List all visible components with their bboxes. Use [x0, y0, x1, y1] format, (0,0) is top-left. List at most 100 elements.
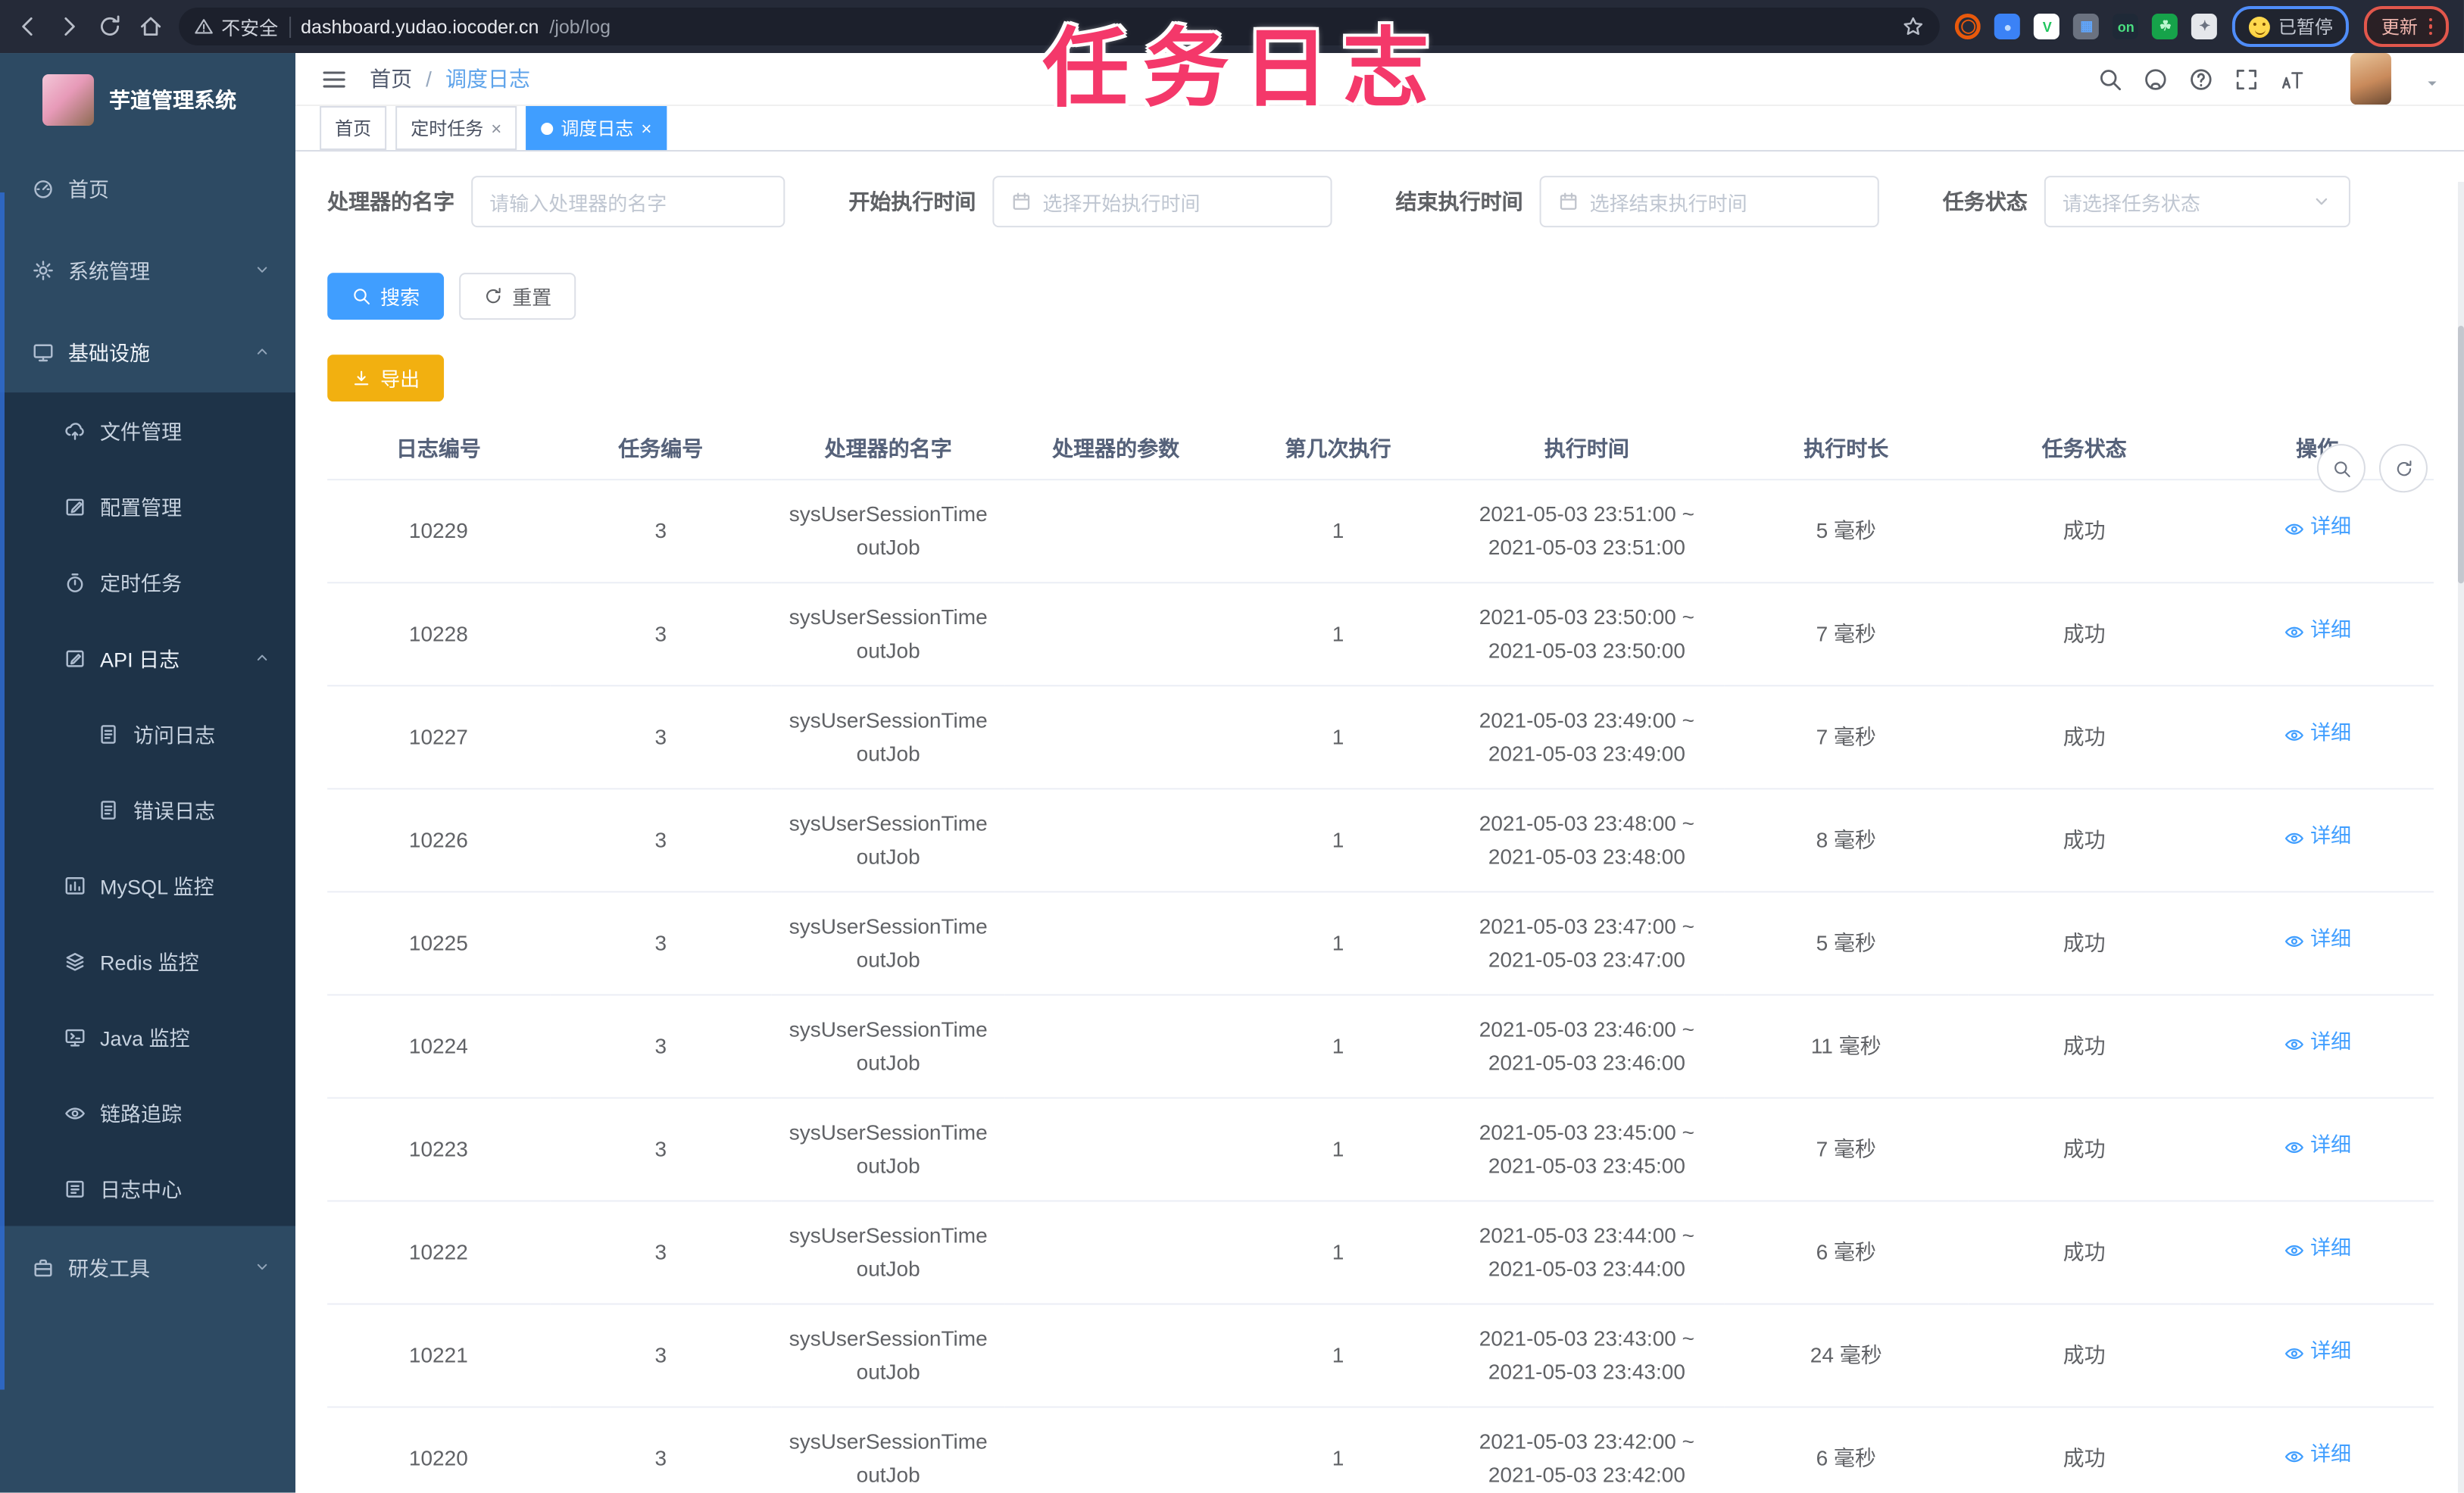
extension-strip: ◯ ● V ▦ on ☘ ✦: [1956, 14, 2218, 40]
user-avatar[interactable]: [2350, 53, 2391, 105]
chevron-down-icon[interactable]: [2425, 71, 2440, 86]
column-header: 第几次执行: [1226, 418, 1450, 481]
reload-icon[interactable]: [97, 14, 123, 39]
sidebar-item-label: 文件管理: [100, 421, 183, 445]
sidebar-item-1[interactable]: 系统管理: [0, 229, 295, 311]
sidebar: 芋道管理系统 首页系统管理 基础设施文件管理配置管理 定时任务 API 日志 访问日志错…: [0, 53, 296, 1493]
cell-handler: sysUserSessionTimeoutJob: [771, 892, 1005, 996]
orange-ring-extension-icon[interactable]: ◯: [1956, 14, 1982, 39]
sidebar-item-4[interactable]: 配置管理: [0, 468, 295, 544]
forward-arrow-icon[interactable]: [56, 14, 82, 39]
sidebar-item-2[interactable]: 基础设施: [0, 311, 295, 392]
toggle-search-button[interactable]: [2316, 444, 2366, 493]
sidebar-item-8[interactable]: 错误日志: [0, 771, 295, 847]
detail-link[interactable]: 详细: [2283, 1337, 2351, 1369]
detail-link[interactable]: 详细: [2283, 616, 2351, 648]
cell-action: 详细: [2200, 1304, 2434, 1408]
sidebar-item-11[interactable]: Java 监控: [0, 998, 295, 1074]
detail-link[interactable]: 详细: [2283, 1440, 2351, 1472]
page-scrollbar[interactable]: [2457, 182, 2464, 1493]
cell-log-id: 10220: [327, 1407, 550, 1493]
blue-drop-extension-icon[interactable]: ●: [1994, 14, 2021, 40]
sidebar-item-3[interactable]: 文件管理: [0, 392, 295, 468]
green-v-extension-icon[interactable]: V: [2034, 14, 2060, 40]
kebab-menu-icon[interactable]: [2428, 17, 2432, 36]
breadcrumb-home[interactable]: 首页: [370, 64, 412, 94]
date-picker-input[interactable]: 选择开始执行时间: [992, 176, 1332, 228]
cell-action: 详细: [2200, 583, 2434, 687]
star-icon[interactable]: [1903, 15, 1925, 38]
sidebar-item-12[interactable]: 链路追踪: [0, 1074, 295, 1150]
eye-icon: [2283, 1033, 2304, 1054]
detail-link[interactable]: 详细: [2283, 925, 2351, 957]
sidebar-item-13[interactable]: 日志中心: [0, 1150, 295, 1226]
chevron-down-icon: [2311, 191, 2332, 212]
cell-round: 1: [1226, 789, 1450, 893]
column-header: 执行时间: [1449, 418, 1725, 481]
detail-link[interactable]: 详细: [2283, 719, 2351, 751]
search-button[interactable]: 搜索: [327, 273, 445, 320]
reset-button[interactable]: 重置: [459, 273, 576, 320]
profile-paused-chip[interactable]: 已暂停: [2232, 6, 2350, 48]
detail-link[interactable]: 详细: [2283, 513, 2351, 545]
column-header: 处理器的名字: [771, 418, 1005, 481]
chevron-down-icon: [253, 261, 271, 279]
detail-link[interactable]: 详细: [2283, 1028, 2351, 1060]
grid-extension-icon[interactable]: ▦: [2073, 14, 2100, 40]
browser-update-chip[interactable]: 更新: [2364, 6, 2449, 48]
cell-duration: 8 毫秒: [1724, 789, 1968, 893]
cell-round: 1: [1226, 686, 1450, 790]
back-arrow-icon[interactable]: [15, 14, 41, 39]
hamburger-icon[interactable]: [320, 64, 348, 93]
overlay-annotation: 任务日志: [1042, 21, 1443, 119]
cell-exec-time: 2021-05-03 23:46:00 ~2021-05-03 23:46:00: [1449, 995, 1725, 1099]
sidebar-item-label: 日志中心: [100, 1179, 183, 1202]
scrollbar-thumb[interactable]: [2457, 326, 2464, 584]
close-icon[interactable]: ×: [491, 117, 501, 139]
screenshot-stage: 任务日志 不安全 dashboard.yudao.iocoder.cn /job…: [0, 0, 2464, 1493]
sidebar-item-label: 首页: [68, 179, 110, 202]
sidebar-item-10[interactable]: Redis 监控: [0, 923, 295, 998]
tag-tab-0[interactable]: 首页: [320, 106, 387, 151]
close-icon[interactable]: ×: [641, 117, 651, 139]
cell-log-id: 10225: [327, 892, 550, 996]
green-leaf-extension-icon[interactable]: ☘: [2152, 14, 2178, 40]
sidebar-item-0[interactable]: 首页: [0, 147, 295, 229]
cell-handler: sysUserSessionTimeoutJob: [771, 995, 1005, 1099]
table-row: 10220 3 sysUserSessionTimeoutJob 1 2021-05-0…: [327, 1407, 2434, 1493]
cell-status: 成功: [1967, 1201, 2201, 1305]
cell-action: 详细: [2200, 1407, 2434, 1493]
github-icon[interactable]: [2143, 66, 2169, 92]
detail-link[interactable]: 详细: [2283, 1234, 2351, 1266]
fullscreen-icon[interactable]: [2234, 66, 2259, 92]
sidebar-item-9[interactable]: MySQL 监控: [0, 847, 295, 923]
puzzle-extension-icon[interactable]: ✦: [2191, 14, 2218, 40]
filter-label: 处理器的名字: [327, 189, 455, 214]
refresh-table-button[interactable]: [2378, 444, 2428, 493]
toolbox-icon: [32, 1255, 55, 1278]
date-picker-input[interactable]: 选择结束执行时间: [1539, 176, 1879, 228]
tag-tab-1[interactable]: 定时任务 ×: [395, 106, 517, 151]
sidebar-item-6[interactable]: API 日志: [0, 620, 295, 695]
help-icon[interactable]: [2188, 66, 2214, 92]
table-row: 10221 3 sysUserSessionTimeoutJob 1 2021-05-0…: [327, 1304, 2434, 1408]
status-select[interactable]: 请选择任务状态: [2044, 176, 2350, 228]
job-log-table: 日志编号 任务编号 处理器的名字 处理器的参数 第几次执行 执行时间 执行时长 任务状态 操作 …: [327, 418, 2434, 1493]
handler-name-input[interactable]: 请输入处理器的名字: [471, 176, 785, 228]
sidebar-item-5[interactable]: 定时任务: [0, 544, 295, 620]
on-badge-extension-icon[interactable]: on: [2113, 14, 2139, 40]
cell-exec-time: 2021-05-03 23:50:00 ~2021-05-03 23:50:00: [1449, 583, 1725, 687]
home-icon[interactable]: [138, 14, 164, 39]
detail-link[interactable]: 详细: [2283, 822, 2351, 854]
sidebar-item-7[interactable]: 访问日志: [0, 695, 295, 771]
doc-icon: [97, 798, 120, 820]
tag-tab-2[interactable]: 调度日志 ×: [526, 106, 667, 151]
detail-link[interactable]: 详细: [2283, 1131, 2351, 1163]
sidebar-item-14[interactable]: 研发工具: [0, 1226, 295, 1307]
sidebar-item-label: MySQL 监控: [100, 876, 214, 899]
app-logo-row[interactable]: 芋道管理系统: [0, 53, 295, 147]
security-indicator[interactable]: 不安全: [194, 12, 278, 41]
export-button[interactable]: 导出: [327, 355, 445, 402]
font-size-icon[interactable]: [2279, 66, 2305, 92]
search-icon[interactable]: [2097, 66, 2123, 92]
